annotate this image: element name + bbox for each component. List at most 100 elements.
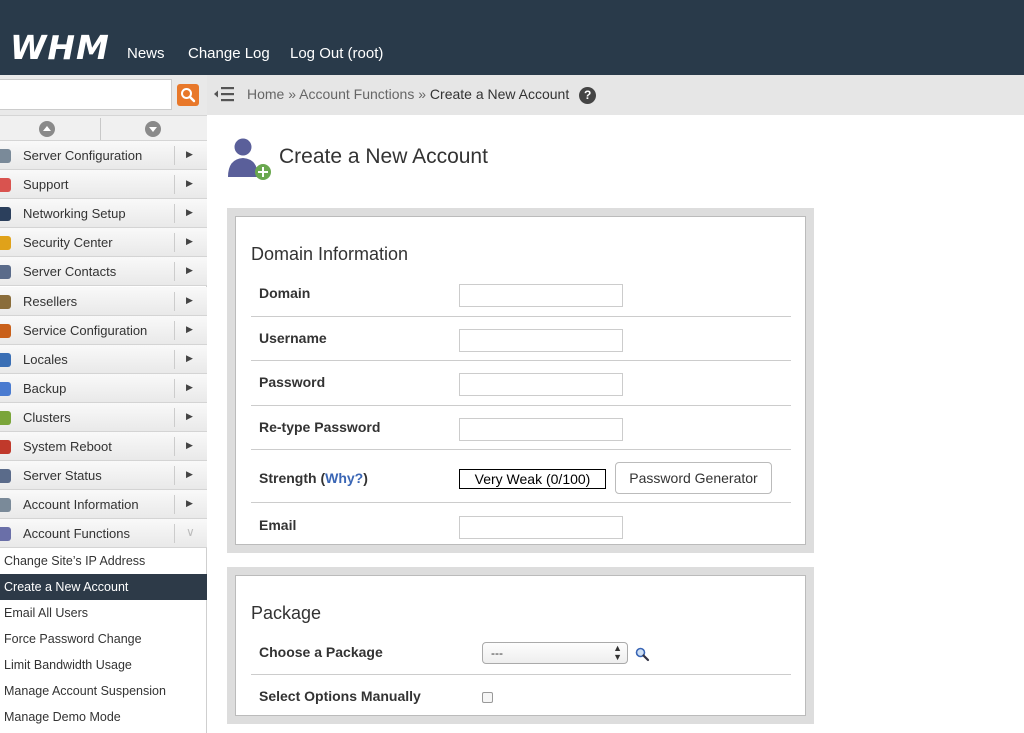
sidebar-item-service-configuration[interactable]: Service Configuration ▶ — [0, 315, 207, 345]
server-config-icon — [0, 149, 11, 163]
divider — [174, 378, 175, 398]
breadcrumb-home-link[interactable]: Home — [247, 86, 284, 102]
sidebar-item-label: Security Center — [23, 235, 113, 251]
domain-input[interactable] — [459, 284, 623, 307]
package-box: Package Choose a Package --- ▲ ▼ Select O… — [235, 575, 806, 716]
power-icon — [0, 440, 11, 454]
username-input[interactable] — [459, 329, 623, 352]
sidebar-item-backup[interactable]: Backup ▶ — [0, 373, 207, 403]
chevron-right-icon: ▶ — [186, 149, 193, 159]
select-options-manually-label: Select Options Manually — [259, 688, 421, 704]
nav-change-log-link[interactable]: Change Log — [188, 45, 270, 62]
whm-logo[interactable]: WHM — [10, 28, 110, 67]
scroll-up-button[interactable] — [39, 121, 55, 137]
chevron-right-icon: ▶ — [186, 265, 193, 276]
password-generator-button[interactable]: Password Generator — [615, 462, 772, 494]
sidebar-item-account-information[interactable]: Account Information ▶ — [0, 490, 207, 520]
strength-label: Strength (Why?) — [259, 470, 368, 486]
chevron-right-icon: ▶ — [186, 294, 193, 305]
sidebar-item-label: Account Functions — [23, 526, 130, 542]
domain-information-title: Domain Information — [251, 244, 409, 264]
sidebar-item-label: Server Configuration — [23, 148, 143, 163]
why-link[interactable]: Why? — [325, 470, 363, 486]
add-user-icon — [228, 138, 271, 180]
divider — [174, 349, 175, 369]
sidebar-item-label: Server Contacts — [23, 264, 117, 280]
chevron-up-icon — [43, 126, 51, 131]
submenu-item-force-password-change[interactable]: Force Password Change — [0, 626, 207, 652]
select-options-manually-checkbox[interactable] — [482, 692, 493, 703]
sidebar-item-clusters[interactable]: Clusters ▶ — [0, 402, 207, 432]
divider — [174, 262, 175, 282]
lock-icon — [0, 236, 11, 251]
divider — [174, 291, 175, 311]
password-label: Password — [259, 374, 326, 390]
strength-label-text: Strength ( — [259, 470, 326, 486]
sidebar-item-server-status[interactable]: Server Status ▶ — [0, 461, 207, 491]
divider — [174, 407, 175, 427]
sidebar-item-account-functions[interactable]: Account Functions ∨ — [0, 519, 207, 549]
password-strength-meter: Very Weak (0/100) — [459, 469, 606, 489]
sidebar-item-system-reboot[interactable]: System Reboot ▶ — [0, 432, 207, 461]
submenu-item-email-all-users[interactable]: Email All Users — [0, 600, 207, 626]
submenu-item-create-a-new-account[interactable]: Create a New Account — [0, 574, 207, 600]
sidebar-item-server-contacts[interactable]: Server Contacts ▶ — [0, 257, 207, 287]
divider — [174, 466, 175, 486]
divider — [174, 524, 175, 544]
search-icon — [181, 88, 196, 103]
sidebar-item-locales[interactable]: Locales ▶ — [0, 344, 207, 374]
submenu-item-change-site-s-ip-address[interactable]: Change Site’s IP Address — [0, 548, 207, 574]
package-select[interactable]: --- ▲ ▼ — [482, 642, 628, 664]
email-label: Email — [259, 517, 297, 533]
search-input[interactable] — [0, 79, 172, 110]
domain-information-box: Domain Information Domain Username Passw… — [235, 216, 806, 545]
sidebar-item-label: Locales — [23, 351, 68, 367]
nav-logout-link[interactable]: Log Out (root) — [290, 45, 383, 62]
breadcrumb-account-functions-link[interactable]: Account Functions — [299, 86, 414, 102]
sidebar: Server Configuration ▶ Support ▶ Networking … — [0, 75, 207, 733]
submenu-item-limit-bandwidth-usage[interactable]: Limit Bandwidth Usage — [0, 652, 207, 678]
sidebar-item-label: Account Information — [23, 497, 139, 513]
breadcrumb-bar: Home » Account Functions » Create a New … — [207, 75, 1024, 115]
username-label: Username — [259, 330, 327, 346]
backup-clock-icon — [0, 381, 11, 396]
retype-password-label: Re-type Password — [259, 419, 381, 435]
divider — [251, 316, 791, 317]
chevron-right-icon: ▶ — [186, 381, 193, 392]
divider — [174, 437, 175, 456]
divider — [251, 502, 791, 503]
choose-package-label: Choose a Package — [259, 644, 383, 660]
scroll-down-button[interactable] — [145, 121, 161, 137]
clusters-icon — [0, 410, 11, 425]
network-globe-icon — [0, 207, 11, 222]
chevron-right-icon: ▶ — [186, 178, 193, 189]
divider — [174, 320, 175, 340]
package-title: Package — [251, 603, 322, 623]
magnifier-icon[interactable] — [634, 646, 650, 662]
sidebar-item-security-center[interactable]: Security Center ▶ — [0, 228, 207, 258]
divider — [174, 175, 175, 195]
sidebar-item-server-configuration[interactable]: Server Configuration ▶ — [0, 141, 207, 170]
sidebar-item-resellers[interactable]: Resellers ▶ — [0, 286, 207, 316]
strength-label-close: ) — [363, 470, 368, 486]
email-input[interactable] — [459, 516, 623, 539]
divider — [251, 674, 791, 675]
wrench-icon — [0, 323, 11, 338]
chevron-right-icon: ▶ — [186, 323, 193, 334]
password-input[interactable] — [459, 373, 623, 396]
nav-news-link[interactable]: News — [127, 45, 165, 62]
divider — [251, 360, 791, 361]
sidebar-item-networking-setup[interactable]: Networking Setup ▶ — [0, 199, 207, 229]
divider — [174, 233, 175, 253]
submenu-item-manage-account-suspension[interactable]: Manage Account Suspension — [0, 678, 207, 704]
submenu-item-manage-demo-mode[interactable]: Manage Demo Mode — [0, 704, 207, 730]
collapse-sidebar-icon[interactable] — [213, 85, 235, 103]
resellers-icon — [0, 294, 11, 309]
retype-password-input[interactable] — [459, 418, 623, 441]
sidebar-item-label: Server Status — [23, 468, 102, 484]
help-icon[interactable]: ? — [579, 86, 597, 104]
search-button[interactable] — [177, 84, 199, 106]
chevron-right-icon: ▶ — [186, 498, 193, 509]
sidebar-scroll-controls — [0, 115, 207, 141]
sidebar-item-support[interactable]: Support ▶ — [0, 170, 207, 200]
